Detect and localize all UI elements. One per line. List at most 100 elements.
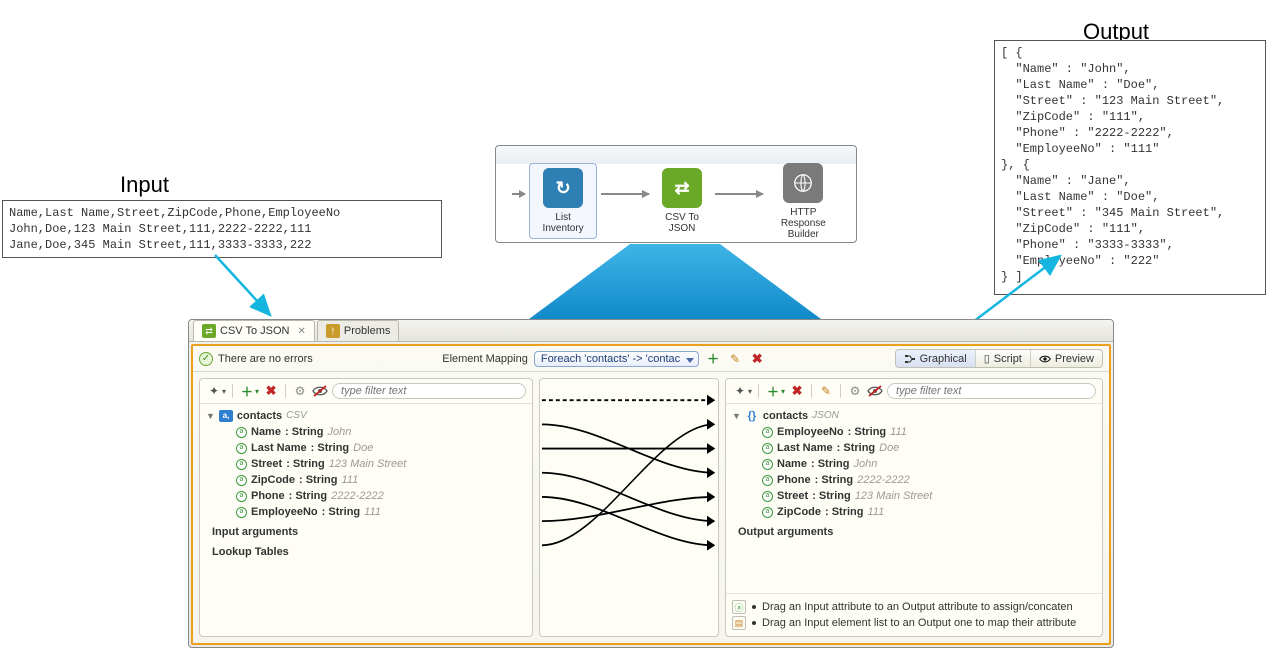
pipeline-arrow bbox=[715, 193, 763, 195]
attribute-name: Last Name bbox=[777, 440, 833, 456]
toggle-visibility-icon[interactable] bbox=[867, 383, 883, 399]
delete-button[interactable]: ✖ bbox=[263, 383, 279, 399]
collapse-icon[interactable]: ▼ bbox=[732, 408, 741, 424]
add-button[interactable]: ＋ bbox=[765, 383, 781, 399]
pipeline-panel: ↻ List Inventory ⇄ CSV To JSON HTTP Resp… bbox=[495, 145, 857, 243]
input-tree[interactable]: ▼ a, contacts CSV Name : String JohnLast… bbox=[200, 404, 532, 566]
attribute-row[interactable]: Street : String 123 Main Street bbox=[206, 456, 528, 472]
pipeline-node-label: List Inventory bbox=[536, 212, 591, 234]
input-root[interactable]: ▼ a, contacts CSV bbox=[206, 408, 528, 424]
attribute-icon bbox=[236, 427, 247, 438]
attribute-row[interactable]: EmployeeNo : String 111 bbox=[206, 504, 528, 520]
attribute-sample: 111 bbox=[890, 424, 907, 440]
view-label: Preview bbox=[1055, 353, 1094, 365]
attribute-type: : String bbox=[299, 472, 338, 488]
attribute-name: Phone bbox=[251, 488, 285, 504]
root-format: JSON bbox=[812, 408, 839, 424]
mapping-pane bbox=[539, 378, 719, 637]
attribute-type: : String bbox=[837, 440, 876, 456]
tab-problems[interactable]: ! Problems bbox=[317, 320, 399, 341]
csv-badge-icon: a, bbox=[219, 410, 233, 422]
wand-icon[interactable]: ✦ bbox=[206, 383, 222, 399]
add-mapping-button[interactable]: ＋ bbox=[705, 351, 721, 367]
hint-attr-icon: ⓐ bbox=[732, 600, 746, 614]
attribute-type: : String bbox=[812, 488, 851, 504]
attribute-row[interactable]: Name : String John bbox=[732, 456, 1098, 472]
attribute-sample: John bbox=[327, 424, 351, 440]
hints-footer: ⓐ Drag an Input attribute to an Output a… bbox=[726, 593, 1102, 636]
attribute-row[interactable]: Last Name : String Doe bbox=[732, 440, 1098, 456]
lookup-tables-heading: Lookup Tables bbox=[206, 544, 528, 560]
view-script[interactable]: ▯ Script bbox=[976, 350, 1031, 367]
close-icon[interactable]: ✕ bbox=[298, 326, 306, 337]
wand-icon[interactable]: ✦ bbox=[732, 383, 748, 399]
attribute-sample: 2222-2222 bbox=[857, 472, 910, 488]
attribute-type: : String bbox=[322, 504, 361, 520]
hint-row: ▤ Drag an Input element list to an Outpu… bbox=[732, 616, 1096, 630]
delete-mapping-button[interactable]: ✖ bbox=[749, 351, 765, 367]
output-root[interactable]: ▼ {} contacts JSON bbox=[732, 408, 1098, 424]
edit-button[interactable]: ✎ bbox=[818, 383, 834, 399]
add-button[interactable]: ＋ bbox=[239, 383, 255, 399]
attribute-type: : String bbox=[286, 456, 325, 472]
input-filter-field[interactable] bbox=[332, 383, 526, 399]
attribute-row[interactable]: Phone : String 2222-2222 bbox=[206, 488, 528, 504]
csv-to-json-icon: ⇄ bbox=[662, 168, 702, 208]
attribute-icon bbox=[762, 459, 773, 470]
attribute-row[interactable]: ZipCode : String 111 bbox=[732, 504, 1098, 520]
attribute-name: ZipCode bbox=[777, 504, 821, 520]
output-pane: ✦▾ ＋▾ ✖ ✎ ⚙ ▼ {} bbox=[725, 378, 1103, 637]
attribute-icon bbox=[762, 491, 773, 502]
hint-list-icon: ▤ bbox=[732, 616, 746, 630]
attribute-sample: Doe bbox=[353, 440, 373, 456]
view-preview[interactable]: Preview bbox=[1031, 350, 1102, 367]
delete-button[interactable]: ✖ bbox=[789, 383, 805, 399]
input-pane: ✦▾ ＋▾ ✖ ⚙ ▼ a, contacts C bbox=[199, 378, 533, 637]
attribute-name: Last Name bbox=[251, 440, 307, 456]
attribute-name: Street bbox=[251, 456, 282, 472]
attribute-row[interactable]: Last Name : String Doe bbox=[206, 440, 528, 456]
settings-icon[interactable]: ⚙ bbox=[292, 383, 308, 399]
attribute-icon bbox=[762, 475, 773, 486]
pipeline-node-http-response-builder[interactable]: HTTP Response Builder bbox=[767, 163, 840, 240]
http-response-icon bbox=[783, 163, 823, 203]
view-label: Graphical bbox=[920, 353, 967, 365]
collapse-icon[interactable]: ▼ bbox=[206, 408, 215, 424]
editor-active-frame: ✓ There are no errors Element Mapping Fo… bbox=[191, 344, 1111, 645]
input-heading: Input bbox=[120, 172, 169, 198]
tab-label: CSV To JSON bbox=[220, 325, 290, 337]
toggle-visibility-icon[interactable] bbox=[312, 383, 328, 399]
pipeline-node-csv-to-json[interactable]: ⇄ CSV To JSON bbox=[653, 168, 711, 234]
pipeline-node-list-inventory[interactable]: ↻ List Inventory bbox=[529, 163, 598, 239]
input-csv-box: Name,Last Name,Street,ZipCode,Phone,Empl… bbox=[2, 200, 442, 258]
edit-mapping-button[interactable]: ✎ bbox=[727, 351, 743, 367]
attribute-name: ZipCode bbox=[251, 472, 295, 488]
output-filter-field[interactable] bbox=[887, 383, 1096, 399]
attribute-sample: John bbox=[853, 456, 877, 472]
bullet-icon bbox=[752, 605, 756, 609]
attribute-row[interactable]: Phone : String 2222-2222 bbox=[732, 472, 1098, 488]
attribute-name: EmployeeNo bbox=[251, 504, 318, 520]
view-graphical[interactable]: Graphical bbox=[896, 350, 976, 367]
pipeline-lead-arrow bbox=[512, 193, 525, 195]
status-ok-icon: ✓ bbox=[199, 352, 213, 366]
attribute-row[interactable]: ZipCode : String 111 bbox=[206, 472, 528, 488]
output-tree[interactable]: ▼ {} contacts JSON EmployeeNo : String 1… bbox=[726, 404, 1102, 593]
attribute-icon bbox=[236, 459, 247, 470]
attribute-type: : String bbox=[825, 504, 864, 520]
settings-icon[interactable]: ⚙ bbox=[847, 383, 863, 399]
mapping-label: Element Mapping bbox=[442, 353, 528, 365]
attribute-row[interactable]: EmployeeNo : String 111 bbox=[732, 424, 1098, 440]
root-name: contacts bbox=[237, 408, 282, 424]
tab-csv-to-json[interactable]: ⇄ CSV To JSON ✕ bbox=[193, 320, 315, 341]
attribute-type: : String bbox=[289, 488, 328, 504]
attribute-row[interactable]: Street : String 123 Main Street bbox=[732, 488, 1098, 504]
attribute-icon bbox=[236, 491, 247, 502]
input-pane-toolbar: ✦▾ ＋▾ ✖ ⚙ bbox=[200, 379, 532, 404]
view-label: Script bbox=[994, 353, 1022, 365]
input-arguments-heading: Input arguments bbox=[206, 524, 528, 540]
attribute-row[interactable]: Name : String John bbox=[206, 424, 528, 440]
graphical-icon bbox=[904, 353, 916, 365]
mapping-combo[interactable]: Foreach 'contacts' -> 'contac bbox=[534, 351, 699, 367]
script-icon: ▯ bbox=[984, 352, 990, 365]
